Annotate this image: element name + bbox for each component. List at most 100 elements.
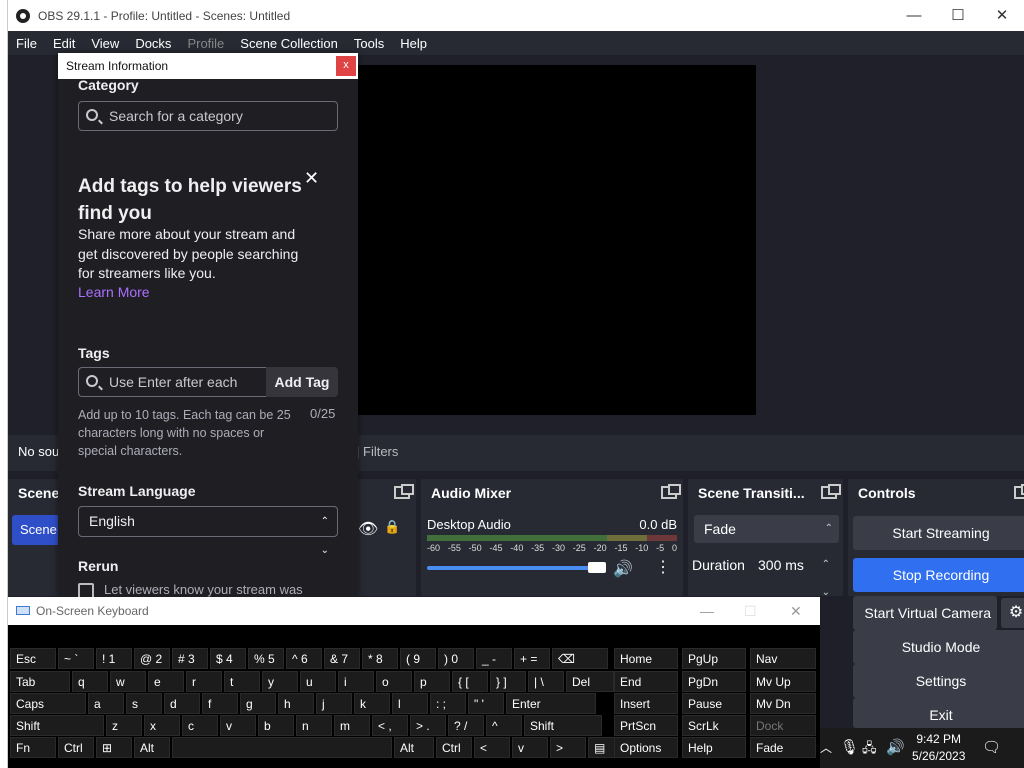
preview-canvas[interactable] (358, 65, 756, 415)
virtual-camera-settings-gear-icon[interactable]: ⚙ (1001, 598, 1024, 628)
menu-file[interactable]: File (16, 36, 37, 51)
osk-key[interactable]: & 7 (324, 648, 360, 669)
lock-icon[interactable]: 🔒 (384, 519, 400, 535)
osk-key[interactable]: q (72, 671, 108, 692)
osk-key[interactable]: : ; (430, 693, 466, 714)
rerun-checkbox[interactable] (78, 583, 94, 598)
osk-key[interactable]: < (474, 737, 510, 758)
tags-input[interactable]: Use Enter after each (78, 367, 266, 397)
osk-key[interactable]: e (148, 671, 184, 692)
category-search-input[interactable]: Search for a category (78, 101, 338, 131)
undock-icon[interactable] (1014, 484, 1024, 499)
osk-key[interactable]: Fn (10, 737, 56, 758)
osk-key[interactable]: ( 9 (400, 648, 436, 669)
stream-language-select[interactable]: English ⌃ ⌄ (78, 506, 338, 556)
osk-key[interactable]: d (164, 693, 200, 714)
osk-key[interactable]: r (186, 671, 222, 692)
osk-key[interactable]: ^ 6 (286, 648, 322, 669)
undock-icon[interactable] (661, 484, 681, 499)
osk-key[interactable]: Caps (10, 693, 86, 714)
osk-key[interactable]: o (376, 671, 412, 692)
osk-key[interactable]: { [ (452, 671, 488, 692)
volume-slider-handle[interactable] (588, 562, 606, 573)
undock-icon[interactable] (821, 484, 841, 499)
undock-icon[interactable] (394, 484, 414, 499)
notifications-icon[interactable]: 🗨 (982, 728, 1001, 768)
osk-key[interactable]: x (144, 715, 180, 736)
osk-key[interactable]: } ] (490, 671, 526, 692)
osk-key[interactable]: h (278, 693, 314, 714)
osk-close-button[interactable]: ✕ (790, 597, 802, 625)
osk-key[interactable]: Alt (394, 737, 434, 758)
taskbar-clock[interactable]: 9:42 PM 5/26/2023 (912, 731, 965, 765)
visibility-eye-icon[interactable]: 👁 (358, 519, 378, 539)
network-icon[interactable]: 🖧 (862, 728, 877, 768)
osk-key[interactable]: Shift (524, 715, 602, 736)
osk-key[interactable]: m (334, 715, 370, 736)
osk-nav-key[interactable]: Nav (750, 648, 816, 669)
menu-tools[interactable]: Tools (354, 36, 384, 51)
dialog-close-button[interactable]: x (336, 56, 356, 76)
osk-maximize-button[interactable]: ☐ (744, 597, 757, 625)
volume-icon[interactable]: 🔊 (886, 728, 905, 768)
osk-key[interactable]: # 3 (172, 648, 208, 669)
osk-key[interactable]: $ 4 (210, 648, 246, 669)
osk-nav-key[interactable]: Dock (750, 715, 816, 736)
osk-key[interactable]: l (392, 693, 428, 714)
tray-chevron-icon[interactable]: ︿ (820, 728, 832, 768)
start-streaming-button[interactable]: Start Streaming (853, 516, 1024, 550)
add-tag-button[interactable]: Add Tag (266, 367, 338, 397)
osk-key[interactable]: j (316, 693, 352, 714)
osk-key[interactable]: Shift (10, 715, 104, 736)
osk-key[interactable]: | \ (528, 671, 564, 692)
osk-key[interactable]: b (258, 715, 294, 736)
osk-key[interactable]: Ctrl (58, 737, 94, 758)
osk-key[interactable]: ! 1 (96, 648, 132, 669)
osk-key[interactable]: ? / (448, 715, 484, 736)
osk-key[interactable]: " ' (468, 693, 504, 714)
osk-key[interactable]: v (220, 715, 256, 736)
osk-key[interactable]: i (338, 671, 374, 692)
osk-key[interactable]: s (126, 693, 162, 714)
duration-spinbox[interactable]: 300 ms ⌃ ⌄ (750, 551, 838, 598)
menu-edit[interactable]: Edit (53, 36, 75, 51)
speaker-icon[interactable]: 🔊 (613, 559, 633, 579)
osk-nav-key[interactable]: Insert (614, 693, 678, 714)
osk-key[interactable]: ⊞ (96, 737, 132, 758)
osk-key[interactable]: < , (372, 715, 408, 736)
osk-nav-key[interactable]: Fade (750, 737, 816, 758)
osk-key[interactable]: v (512, 737, 548, 758)
osk-key[interactable]: n (296, 715, 332, 736)
volume-slider[interactable] (427, 566, 597, 570)
settings-button[interactable]: Settings (853, 664, 1024, 698)
osk-key[interactable]: g (240, 693, 276, 714)
osk-key[interactable]: Alt (134, 737, 170, 758)
osk-key[interactable]: Del (566, 671, 614, 692)
studio-mode-button[interactable]: Studio Mode (853, 630, 1024, 664)
osk-key[interactable]: ) 0 (438, 648, 474, 669)
osk-key[interactable]: @ 2 (134, 648, 170, 669)
learn-more-link[interactable]: Learn More (78, 284, 150, 300)
osk-nav-key[interactable]: Home (614, 648, 678, 669)
osk-nav-key[interactable]: Mv Dn (750, 693, 816, 714)
filters-button[interactable]: | Filters (356, 444, 398, 459)
osk-key[interactable]: c (182, 715, 218, 736)
menu-view[interactable]: View (91, 36, 119, 51)
microphone-icon[interactable]: 🎙 (840, 728, 859, 768)
osk-minimize-button[interactable]: — (700, 597, 714, 625)
start-virtual-camera-button[interactable]: Start Virtual Camera (853, 596, 997, 630)
osk-key[interactable]: Ctrl (436, 737, 472, 758)
maximize-button[interactable]: ☐ (936, 0, 980, 31)
osk-nav-key[interactable]: PrtScn (614, 715, 678, 736)
osk-key[interactable]: w (110, 671, 146, 692)
osk-nav-key[interactable]: Pause (682, 693, 746, 714)
osk-nav-key[interactable]: Mv Up (750, 671, 816, 692)
exit-button[interactable]: Exit (853, 698, 1024, 728)
osk-nav-key[interactable]: PgDn (682, 671, 746, 692)
osk-nav-key[interactable]: Options (614, 737, 678, 758)
osk-key[interactable]: Enter (506, 693, 596, 714)
osk-key[interactable]: y (262, 671, 298, 692)
close-promo-icon[interactable]: ✕ (304, 168, 319, 189)
osk-nav-key[interactable]: Help (682, 737, 746, 758)
window-titlebar[interactable]: OBS 29.1.1 - Profile: Untitled - Scenes:… (8, 0, 1024, 31)
